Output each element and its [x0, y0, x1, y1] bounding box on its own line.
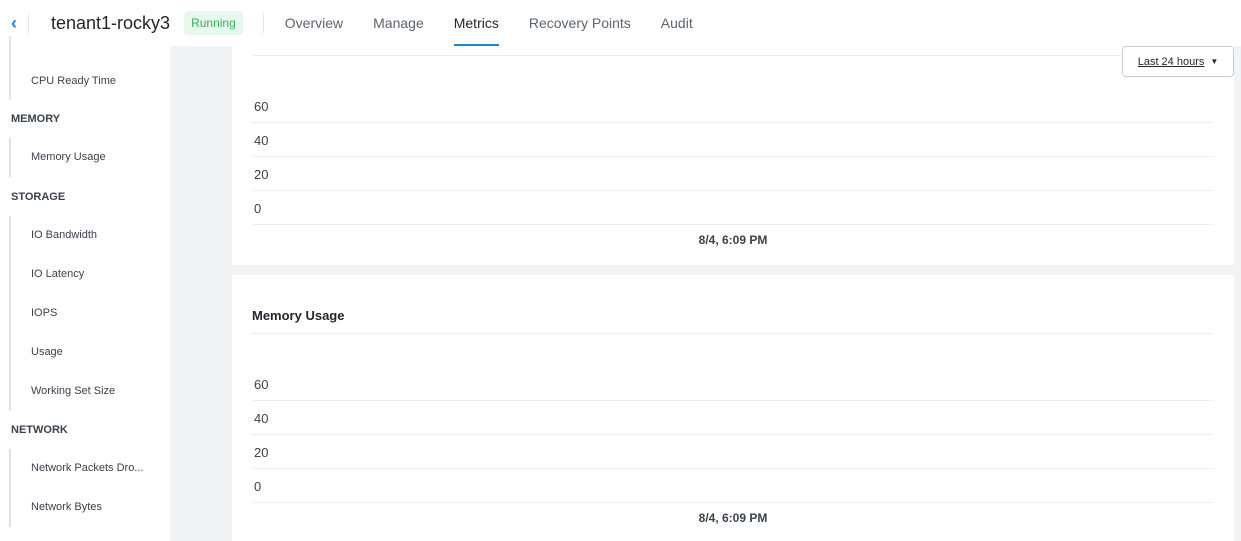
gridline [252, 122, 1214, 123]
status-badge: Running [184, 11, 243, 35]
back-chevron-icon[interactable]: ‹ [0, 13, 28, 34]
gridline [252, 434, 1214, 435]
time-range-dropdown[interactable]: Last 24 hours ▼ [1122, 46, 1234, 77]
section-storage: STORAGE [11, 191, 66, 203]
sidebar-item-iops[interactable]: IOPS [11, 294, 115, 333]
gridline [252, 55, 1214, 56]
storage-group: IO Bandwidth IO Latency IOPS Usage Worki… [9, 216, 115, 411]
gridline [252, 400, 1214, 401]
y-tick: 40 [254, 133, 269, 148]
header: ‹ tenant1-rocky3 Running Overview Manage… [0, 0, 1241, 46]
memory-group: Memory Usage [9, 138, 106, 177]
chevron-down-icon: ▼ [1210, 57, 1219, 66]
tab-metrics[interactable]: Metrics [453, 0, 499, 46]
y-tick: 40 [254, 411, 269, 426]
network-group: Network Packets Dro... Network Bytes [9, 449, 143, 527]
y-tick: 60 [254, 377, 269, 392]
gridline [252, 156, 1214, 157]
y-tick: 0 [254, 201, 262, 216]
sidebar-item-memory-usage[interactable]: Memory Usage [11, 138, 106, 177]
x-label: 8/4, 6:09 PM [698, 511, 768, 525]
sidebar-item-working-set-size[interactable]: Working Set Size [11, 372, 115, 411]
gridline [252, 468, 1214, 469]
tab-audit[interactable]: Audit [661, 0, 693, 46]
sidebar-item-network-packets-dropped[interactable]: Network Packets Dro... [11, 449, 143, 488]
metrics-sidebar: CPU Ready Time MEMORY Memory Usage STORA… [0, 36, 170, 541]
section-network: NETWORK [11, 424, 68, 436]
gridline [252, 333, 1214, 334]
y-tick: 20 [254, 445, 269, 460]
divider [262, 13, 264, 33]
tab-recovery-points[interactable]: Recovery Points [529, 0, 631, 46]
y-tick: 0 [254, 479, 262, 494]
page-title: tenant1-rocky3 [51, 12, 171, 33]
y-tick: 20 [254, 167, 269, 182]
chart-title: Memory Usage [252, 308, 345, 323]
gridline [252, 224, 1214, 225]
tab-manage[interactable]: Manage [373, 0, 424, 46]
sidebar-item-network-bytes[interactable]: Network Bytes [11, 488, 143, 527]
section-memory: MEMORY [11, 113, 61, 125]
tab-overview[interactable]: Overview [285, 0, 343, 46]
time-range-label: Last 24 hours [1137, 55, 1205, 68]
sidebar-item-io-latency[interactable]: IO Latency [11, 255, 115, 294]
sidebar-item-usage[interactable]: Usage [11, 333, 115, 372]
y-tick: 60 [254, 99, 269, 114]
sidebar-item-cpu-ready-time[interactable]: CPU Ready Time [11, 62, 116, 101]
chart-card-memory-usage: Memory Usage 60 40 20 0 8/4, 6:09 PM [232, 275, 1234, 541]
sidebar-item-io-bandwidth[interactable]: IO Bandwidth [11, 216, 115, 255]
chart-card-cpu: 60 40 20 0 8/4, 6:09 PM [232, 46, 1234, 265]
x-label: 8/4, 6:09 PM [698, 233, 768, 247]
divider [28, 13, 29, 33]
gridline [252, 190, 1214, 191]
cpu-group: CPU Ready Time [9, 36, 116, 100]
gridline [252, 502, 1214, 503]
